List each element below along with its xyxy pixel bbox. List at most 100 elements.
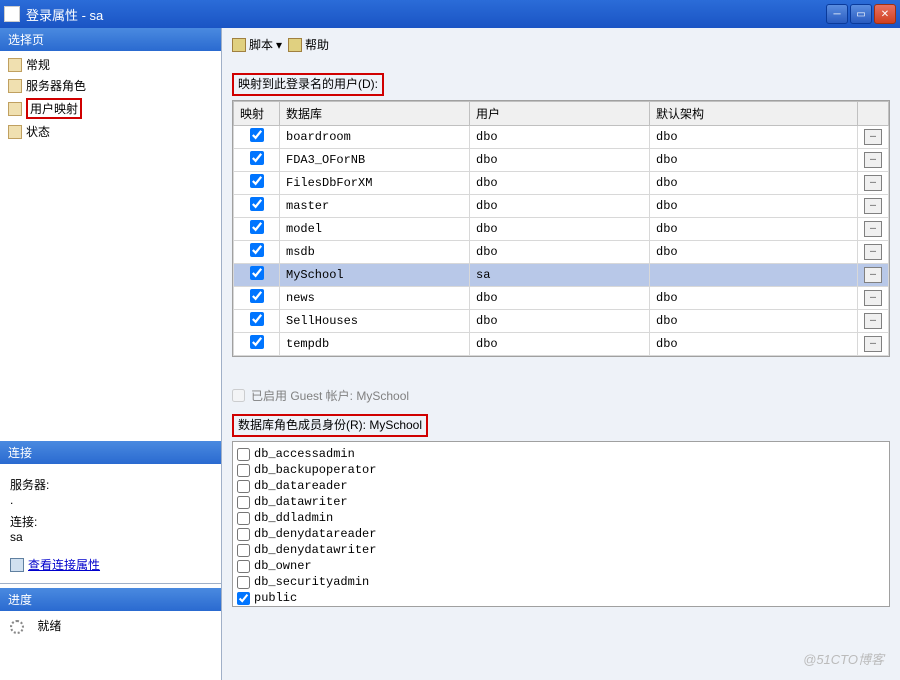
- cell-user: dbo: [470, 218, 650, 241]
- dropdown-icon: ▾: [276, 38, 282, 52]
- table-row[interactable]: SellHousesdbodbo…: [234, 310, 889, 333]
- map-checkbox[interactable]: [250, 174, 264, 188]
- map-checkbox[interactable]: [250, 335, 264, 349]
- role-item[interactable]: db_datareader: [237, 478, 885, 494]
- cell-schema: dbo: [650, 333, 858, 356]
- cell-db: msdb: [280, 241, 470, 264]
- mapping-label-highlight: 映射到此登录名的用户(D):: [232, 73, 384, 96]
- cell-db: model: [280, 218, 470, 241]
- role-item[interactable]: db_denydatareader: [237, 526, 885, 542]
- cell-user: dbo: [470, 126, 650, 149]
- help-icon: [288, 38, 302, 52]
- table-row[interactable]: FilesDbForXMdbodbo…: [234, 172, 889, 195]
- mapping-table: 映射 数据库 用户 默认架构 boardroomdbodbo…FDA3_OFor…: [233, 101, 889, 356]
- map-checkbox[interactable]: [250, 312, 264, 326]
- role-checkbox[interactable]: [237, 592, 250, 605]
- role-checkbox[interactable]: [237, 576, 250, 589]
- table-row[interactable]: MySchoolsa…: [234, 264, 889, 287]
- map-checkbox[interactable]: [250, 266, 264, 280]
- view-connection-props-link[interactable]: 查看连接属性: [28, 556, 100, 573]
- table-row[interactable]: newsdbodbo…: [234, 287, 889, 310]
- role-checkbox[interactable]: [237, 560, 250, 573]
- table-row[interactable]: tempdbdbodbo…: [234, 333, 889, 356]
- table-row[interactable]: masterdbodbo…: [234, 195, 889, 218]
- role-item[interactable]: db_owner: [237, 558, 885, 574]
- role-checkbox[interactable]: [237, 544, 250, 557]
- cell-schema: [650, 264, 858, 287]
- browse-schema-button[interactable]: …: [864, 313, 882, 329]
- role-item[interactable]: db_backupoperator: [237, 462, 885, 478]
- map-checkbox[interactable]: [250, 197, 264, 211]
- role-item[interactable]: db_datawriter: [237, 494, 885, 510]
- role-checkbox[interactable]: [237, 528, 250, 541]
- role-item[interactable]: db_accessadmin: [237, 446, 885, 462]
- close-button[interactable]: ✕: [874, 4, 896, 24]
- role-item[interactable]: db_ddladmin: [237, 510, 885, 526]
- cell-schema: dbo: [650, 149, 858, 172]
- role-name: db_owner: [254, 559, 312, 573]
- main-panel: 脚本 ▾ 帮助 映射到此登录名的用户(D): 映射 数据库 用户 默认架构: [222, 28, 900, 680]
- role-item[interactable]: db_denydatawriter: [237, 542, 885, 558]
- script-button[interactable]: 脚本 ▾: [232, 36, 282, 53]
- maximize-button[interactable]: ▭: [850, 4, 872, 24]
- browse-schema-button[interactable]: …: [864, 129, 882, 145]
- browse-schema-button[interactable]: …: [864, 336, 882, 352]
- col-map[interactable]: 映射: [234, 102, 280, 126]
- cell-schema: dbo: [650, 195, 858, 218]
- sidebar-item-label: 服务器角色: [26, 77, 86, 94]
- sidebar: 选择页 常规服务器角色用户映射状态 连接 服务器: . 连接: sa 查看连接属…: [0, 28, 222, 680]
- browse-schema-button[interactable]: …: [864, 290, 882, 306]
- role-checkbox[interactable]: [237, 448, 250, 461]
- map-checkbox[interactable]: [250, 289, 264, 303]
- table-row[interactable]: boardroomdbodbo…: [234, 126, 889, 149]
- properties-icon: [10, 558, 24, 572]
- role-checkbox[interactable]: [237, 512, 250, 525]
- cell-db: SellHouses: [280, 310, 470, 333]
- page-icon: [8, 125, 22, 139]
- browse-schema-button[interactable]: …: [864, 198, 882, 214]
- map-checkbox[interactable]: [250, 243, 264, 257]
- sidebar-item-label: 用户映射: [30, 102, 78, 116]
- cell-schema: dbo: [650, 218, 858, 241]
- cell-user: dbo: [470, 149, 650, 172]
- role-item[interactable]: db_securityadmin: [237, 574, 885, 590]
- server-value: .: [10, 493, 211, 507]
- cell-db: MySchool: [280, 264, 470, 287]
- col-user[interactable]: 用户: [470, 102, 650, 126]
- role-name: db_securityadmin: [254, 575, 369, 589]
- spinner-icon: [10, 620, 24, 634]
- sidebar-item-2[interactable]: 用户映射: [0, 96, 221, 121]
- table-row[interactable]: msdbdbodbo…: [234, 241, 889, 264]
- browse-schema-button[interactable]: …: [864, 244, 882, 260]
- map-checkbox[interactable]: [250, 128, 264, 142]
- map-checkbox[interactable]: [250, 151, 264, 165]
- minimize-button[interactable]: ─: [826, 4, 848, 24]
- script-icon: [232, 38, 246, 52]
- table-row[interactable]: FDA3_OForNBdbodbo…: [234, 149, 889, 172]
- cell-db: boardroom: [280, 126, 470, 149]
- browse-schema-button[interactable]: …: [864, 267, 882, 283]
- cell-db: news: [280, 287, 470, 310]
- page-icon: [8, 58, 22, 72]
- map-checkbox[interactable]: [250, 220, 264, 234]
- browse-schema-button[interactable]: …: [864, 175, 882, 191]
- sidebar-item-3[interactable]: 状态: [0, 121, 221, 142]
- help-button[interactable]: 帮助: [288, 36, 329, 53]
- browse-schema-button[interactable]: …: [864, 221, 882, 237]
- col-schema[interactable]: 默认架构: [650, 102, 858, 126]
- role-name: public: [254, 591, 297, 605]
- conn-label: 连接:: [10, 513, 211, 530]
- role-checkbox[interactable]: [237, 496, 250, 509]
- browse-schema-button[interactable]: …: [864, 152, 882, 168]
- progress-status: 就绪: [37, 619, 61, 633]
- role-item[interactable]: public: [237, 590, 885, 606]
- sidebar-item-1[interactable]: 服务器角色: [0, 75, 221, 96]
- role-checkbox[interactable]: [237, 480, 250, 493]
- window-buttons: ─ ▭ ✕: [826, 4, 896, 24]
- roles-list: db_accessadmindb_backupoperatordb_datare…: [232, 441, 890, 607]
- cell-db: FDA3_OForNB: [280, 149, 470, 172]
- sidebar-item-0[interactable]: 常规: [0, 54, 221, 75]
- role-checkbox[interactable]: [237, 464, 250, 477]
- table-row[interactable]: modeldbodbo…: [234, 218, 889, 241]
- col-db[interactable]: 数据库: [280, 102, 470, 126]
